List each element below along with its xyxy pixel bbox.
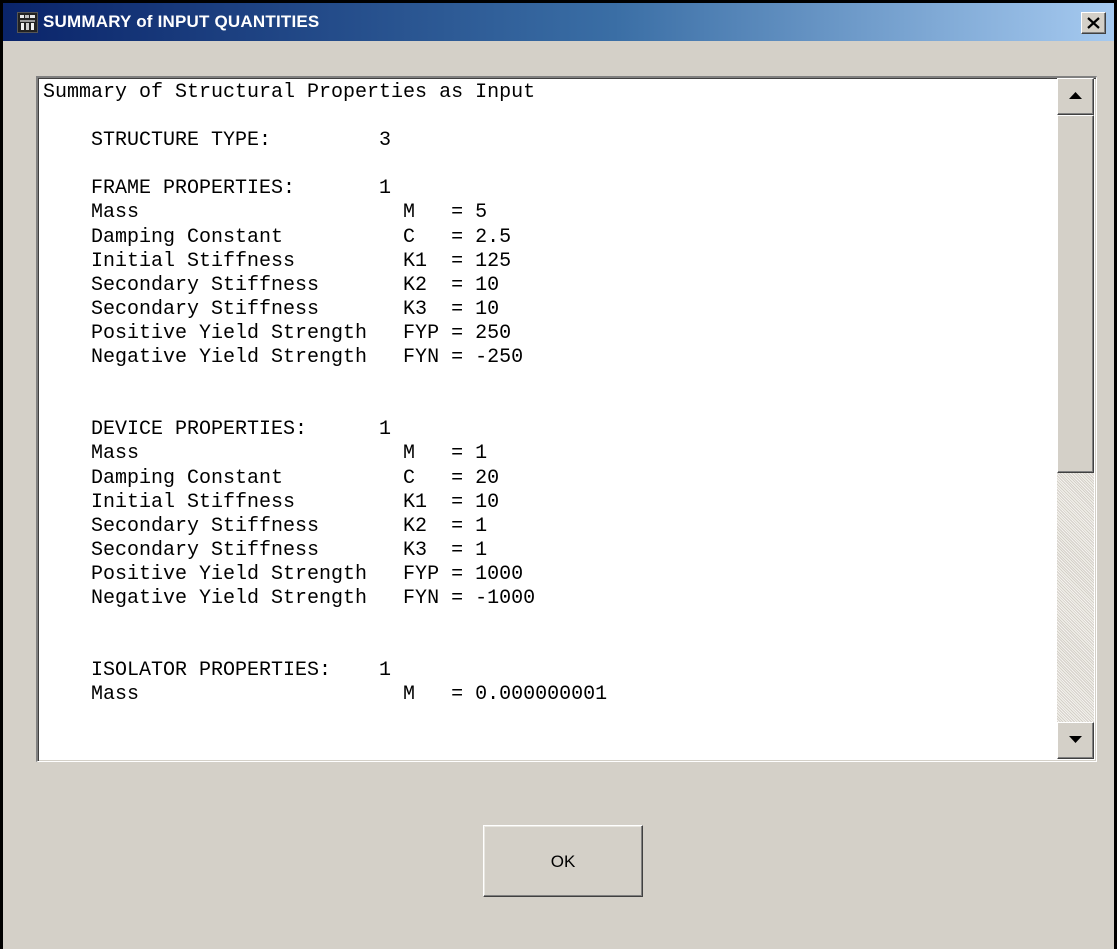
summary-line [43,105,1053,129]
summary-line [43,635,1053,659]
summary-line: STRUCTURE TYPE: 3 [43,129,392,153]
summary-line: Initial Stiffness K1 = 125 [43,249,512,273]
summary-line: Secondary Stiffness K2 = 1 [43,514,488,538]
summary-line: DEVICE PROPERTIES: 1 [43,418,392,442]
summary-line: Secondary Stiffness K3 = 10 [43,297,500,321]
summary-line: Positive Yield Strength FYP = 250 [43,321,512,345]
summary-line [43,394,1053,418]
summary-line: Positive Yield Strength FYP = 1000 [43,562,524,586]
summary-line: Secondary Stiffness K2 = 10 [43,273,500,297]
summary-line: Mass M = 0.000000001 [43,683,608,707]
summary-line: Negative Yield Strength FYN = -1000 [43,586,536,610]
scroll-down-button[interactable] [1057,722,1094,759]
app-icon[interactable] [17,12,38,33]
summary-line: ISOLATOR PROPERTIES: 1 [43,659,392,683]
close-button[interactable] [1081,12,1106,34]
ok-button[interactable]: OK [483,825,643,897]
scroll-up-button[interactable] [1057,78,1094,115]
summary-line [43,153,1053,177]
vertical-scrollbar[interactable] [1057,78,1094,759]
summary-line: Mass M = 1 [43,442,488,466]
summary-line: Negative Yield Strength FYN = -250 [43,346,524,370]
scroll-thumb[interactable] [1057,115,1094,473]
close-icon [1087,17,1100,29]
summary-line: Damping Constant C = 2.5 [43,225,512,249]
summary-text-content: Summary of Structural Properties as Inpu… [43,81,1053,759]
summary-text-area[interactable]: Summary of Structural Properties as Inpu… [36,76,1097,762]
summary-line: Secondary Stiffness K3 = 1 [43,538,488,562]
summary-line [43,370,1053,394]
summary-line: Mass M = 5 [43,201,488,225]
summary-line: Initial Stiffness K1 = 10 [43,490,500,514]
summary-line [43,611,1053,635]
summary-line: Summary of Structural Properties as Inpu… [43,81,536,104]
summary-line: Damping Constant C = 20 [43,466,500,490]
arrow-down-icon [1069,736,1082,743]
arrow-up-icon [1069,92,1082,99]
title-bar[interactable]: SUMMARY of INPUT QUANTITIES [3,3,1114,41]
summary-line: FRAME PROPERTIES: 1 [43,177,392,201]
window-title: SUMMARY of INPUT QUANTITIES [43,12,320,31]
summary-dialog: SUMMARY of INPUT QUANTITIES Summary of S… [0,0,1117,949]
